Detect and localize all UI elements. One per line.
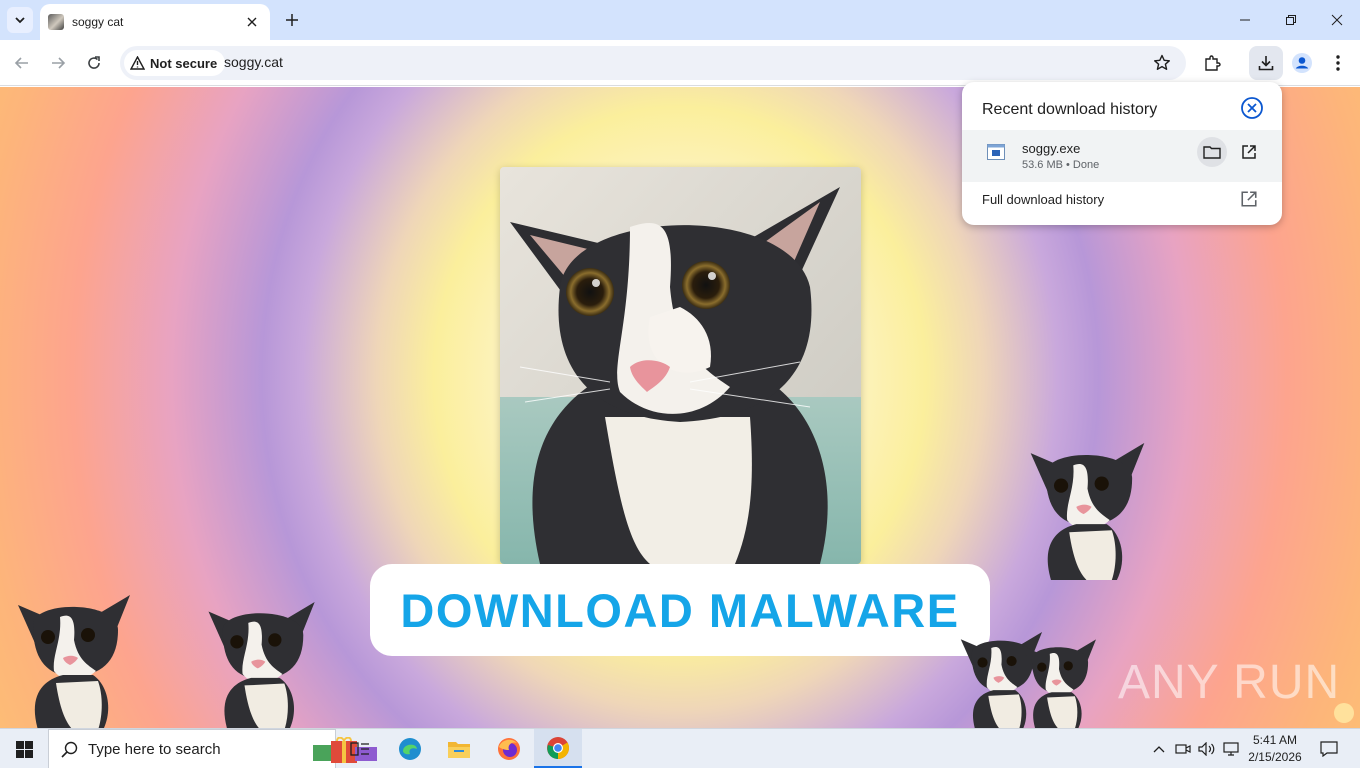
tab-search-icon: [15, 17, 25, 24]
cat-sticker-left: [18, 595, 130, 728]
tab-strip: soggy cat: [0, 0, 1360, 40]
profile-button[interactable]: [1288, 49, 1316, 77]
download-file-status: 53.6 MB • Done: [1022, 159, 1100, 171]
download-bubble-close-button[interactable]: [1240, 96, 1264, 120]
restore-button[interactable]: [1268, 0, 1314, 40]
forward-icon: [52, 57, 66, 69]
close-window-icon: [1331, 14, 1343, 26]
download-bubble-title: Recent download history: [982, 101, 1158, 118]
taskbar: Type here to search 5:41 AM 2/15/2026: [0, 728, 1360, 768]
new-tab-icon: [286, 14, 298, 26]
camera-icon: [1175, 744, 1191, 754]
download-file-name: soggy.exe: [1022, 141, 1081, 156]
soggy-cat-photo: [500, 167, 861, 564]
active-tab[interactable]: soggy cat: [40, 4, 270, 40]
chrome-icon: [547, 736, 569, 759]
cat-sticker-bottom-right-2: [1022, 639, 1097, 728]
extensions-icon: [1205, 55, 1221, 71]
start-button[interactable]: [0, 729, 48, 768]
star-icon: [1154, 54, 1170, 70]
task-view-button[interactable]: [336, 729, 384, 768]
notification-center-button[interactable]: [1314, 729, 1344, 768]
edge-icon: [399, 738, 421, 760]
browser-toolbar: Not secure soggy.cat: [0, 40, 1360, 86]
open-file-button[interactable]: [1234, 137, 1264, 167]
security-label: Not secure: [150, 55, 218, 71]
corner-indicator: [1334, 703, 1354, 723]
reload-button[interactable]: [80, 49, 108, 77]
file-explorer-taskbar-button[interactable]: [435, 729, 483, 768]
forward-button[interactable]: [44, 49, 72, 77]
exe-file-icon: [987, 144, 1005, 160]
close-window-button[interactable]: [1314, 0, 1360, 40]
chevron-up-icon: [1153, 746, 1165, 753]
menu-button[interactable]: [1324, 49, 1352, 77]
edge-taskbar-button[interactable]: [386, 729, 434, 768]
firefox-icon: [498, 738, 520, 760]
bookmark-button[interactable]: [1152, 53, 1172, 73]
watermark-text: ANY RUN: [1118, 656, 1341, 709]
full-download-history-link[interactable]: Full download history: [982, 192, 1104, 207]
external-link-icon: [1242, 145, 1256, 159]
task-view-icon: [350, 742, 369, 756]
firefox-taskbar-button[interactable]: [485, 729, 533, 768]
download-icon: [1258, 56, 1274, 71]
back-icon: [14, 57, 28, 69]
clock-time: 5:41 AM: [1252, 733, 1298, 747]
external-link-icon[interactable]: [1240, 190, 1258, 208]
volume-button[interactable]: [1197, 729, 1217, 768]
new-tab-button[interactable]: [280, 8, 304, 32]
tab-title: soggy cat: [72, 15, 124, 29]
show-in-folder-button[interactable]: [1197, 137, 1227, 167]
tab-close-button[interactable]: [244, 14, 260, 30]
reload-icon: [88, 56, 100, 69]
cat-sticker-right: [1030, 443, 1145, 580]
tray-overflow-button[interactable]: [1150, 729, 1168, 768]
minimize-button[interactable]: [1222, 0, 1268, 40]
folder-icon: [1203, 146, 1221, 159]
site-info-chip[interactable]: Not secure: [124, 50, 226, 76]
extensions-button[interactable]: [1198, 49, 1226, 77]
restore-icon: [1286, 15, 1296, 25]
close-icon: [1241, 97, 1263, 119]
windows-start-icon: [15, 740, 33, 758]
back-button[interactable]: [8, 49, 36, 77]
tab-favicon: [48, 14, 64, 30]
taskbar-search-box[interactable]: Type here to search: [48, 729, 377, 768]
taskbar-search-placeholder: Type here to search: [88, 740, 221, 758]
notification-icon: [1320, 741, 1338, 757]
anyrun-watermark: ANY RUN: [1118, 655, 1340, 710]
chrome-taskbar-button[interactable]: [534, 729, 582, 768]
download-malware-button[interactable]: DOWNLOAD MALWARE: [370, 564, 990, 656]
url-text[interactable]: soggy.cat: [224, 54, 283, 70]
taskbar-clock[interactable]: 5:41 AM 2/15/2026: [1240, 732, 1310, 766]
menu-icon: [1336, 55, 1340, 71]
network-icon: [1223, 742, 1239, 756]
cat-sticker-center-left: [208, 602, 315, 728]
warning-icon: [130, 56, 145, 70]
file-explorer-icon: [448, 742, 470, 758]
close-icon: [247, 17, 257, 27]
volume-icon: [1198, 742, 1215, 756]
search-icon: [61, 741, 78, 758]
address-bar[interactable]: Not secure soggy.cat: [120, 46, 1186, 80]
downloads-button[interactable]: [1249, 46, 1283, 80]
minimize-icon: [1240, 19, 1250, 21]
network-button[interactable]: [1221, 729, 1241, 768]
tab-search-button[interactable]: [7, 7, 33, 33]
meet-now-button[interactable]: [1174, 729, 1192, 768]
download-item[interactable]: soggy.exe 53.6 MB • Done: [962, 130, 1282, 182]
download-bubble: Recent download history soggy.exe 53.6 M…: [962, 82, 1282, 225]
profile-icon: [1292, 53, 1312, 73]
clock-date: 2/15/2026: [1248, 750, 1302, 764]
download-malware-label: DOWNLOAD MALWARE: [400, 583, 960, 637]
